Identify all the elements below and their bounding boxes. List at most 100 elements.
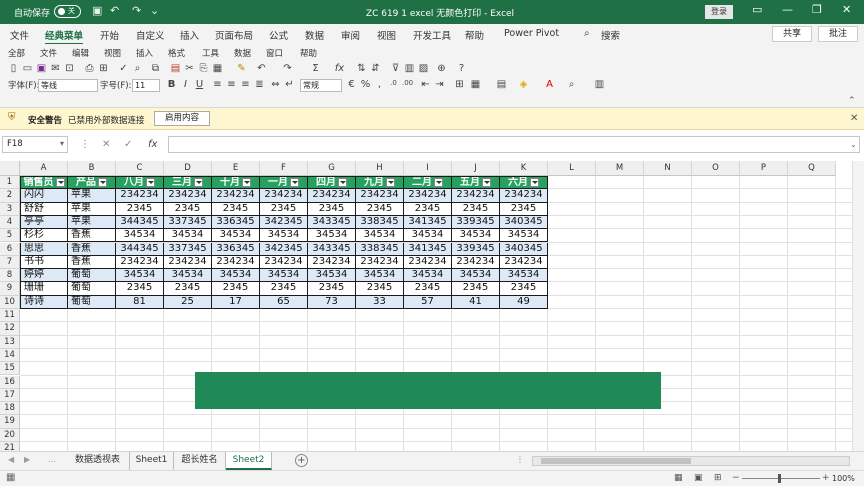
comments-button[interactable]: 批注	[818, 26, 858, 42]
tab-insert[interactable]: 插入	[180, 28, 199, 42]
format-painter-icon[interactable]: ✎	[236, 63, 247, 74]
tab-data[interactable]: 数据	[305, 28, 324, 42]
tab-custom[interactable]: 自定义	[136, 28, 165, 42]
column-header-k[interactable]: K	[500, 161, 548, 176]
row-header-15[interactable]: 15	[0, 362, 20, 376]
table-cell[interactable]: 34534	[212, 229, 260, 243]
table-cell[interactable]: 342345	[260, 215, 308, 230]
fill-color-icon[interactable]: ◈	[518, 79, 529, 90]
table-cell[interactable]: 34534	[260, 229, 308, 243]
maximize-icon[interactable]: ❐	[812, 3, 822, 16]
redo-icon[interactable]: ↷	[132, 4, 141, 17]
table-cell[interactable]: 336345	[212, 215, 260, 230]
table-cell[interactable]: 343345	[308, 215, 356, 230]
column-header-i[interactable]: I	[404, 161, 452, 176]
underline-icon[interactable]: U	[194, 79, 205, 90]
page-layout-view-icon[interactable]: ▣	[694, 473, 703, 483]
menu-edit[interactable]: 编辑	[72, 47, 89, 59]
table-cell[interactable]: 339345	[452, 242, 500, 256]
table-header-cell[interactable]: 五月	[452, 176, 500, 190]
table-cell[interactable]: 2345	[260, 282, 308, 296]
chart-icon[interactable]: ▥	[404, 63, 415, 74]
zoom-in-icon[interactable]: +	[822, 473, 830, 483]
table-cell[interactable]: 2345	[308, 202, 356, 216]
macro-record-icon[interactable]: ▦	[6, 472, 15, 483]
table-cell[interactable]: 苹果	[68, 215, 116, 230]
tab-split-icon[interactable]: ⋮	[516, 455, 524, 464]
accounting-icon[interactable]: €	[346, 79, 357, 90]
table-cell[interactable]: 234234	[452, 189, 500, 203]
filter-dropdown-icon[interactable]	[386, 177, 395, 187]
table-cell[interactable]: 34534	[308, 229, 356, 243]
close-icon[interactable]: ✕	[842, 3, 851, 16]
table-cell[interactable]: 343345	[308, 242, 356, 256]
formula-input[interactable]	[168, 136, 860, 153]
next-sheet-icon[interactable]: ▶	[24, 455, 30, 464]
table-cell[interactable]: 234234	[260, 189, 308, 203]
table-cell[interactable]: 340345	[500, 242, 548, 256]
table-cell[interactable]: 234234	[356, 189, 404, 203]
login-button[interactable]: 登录	[705, 5, 733, 19]
table-header-cell[interactable]: 十月	[212, 176, 260, 190]
table-cell[interactable]: 337345	[164, 215, 212, 230]
horizontal-scrollbar[interactable]	[532, 456, 850, 466]
menu-file[interactable]: 文件	[40, 47, 57, 59]
sheet-more-icon[interactable]: …	[48, 455, 56, 464]
research-icon[interactable]: ⌕	[132, 63, 143, 74]
column-header-h[interactable]: H	[356, 161, 404, 176]
tab-home[interactable]: 开始	[100, 28, 119, 42]
table-cell[interactable]: 57	[404, 295, 452, 309]
table-cell[interactable]: 234234	[164, 255, 212, 270]
column-header-j[interactable]: J	[452, 161, 500, 176]
table-cell[interactable]: 25	[164, 295, 212, 309]
table-cell[interactable]: 香蕉	[68, 242, 116, 256]
table-header-cell[interactable]: 销售员	[20, 176, 68, 190]
comma-icon[interactable]: ,	[374, 79, 385, 90]
table-cell[interactable]: 闪闪	[20, 189, 68, 203]
row-header-2[interactable]: 2	[0, 189, 20, 203]
filter-dropdown-icon[interactable]	[194, 177, 203, 187]
table-cell[interactable]: 234234	[212, 255, 260, 270]
filter-dropdown-icon[interactable]	[530, 177, 539, 187]
table-cell[interactable]: 34534	[452, 229, 500, 243]
sheet-tab-sheet1[interactable]: Sheet1	[130, 452, 174, 470]
column-header-n[interactable]: N	[644, 161, 692, 176]
name-box[interactable]: F18	[2, 136, 68, 153]
row-header-9[interactable]: 9	[0, 282, 20, 296]
table-cell[interactable]: 葡萄	[68, 269, 116, 283]
table-cell[interactable]: 34534	[308, 269, 356, 283]
column-header-p[interactable]: P	[740, 161, 788, 176]
column-header-l[interactable]: L	[548, 161, 596, 176]
table-cell[interactable]: 34534	[164, 269, 212, 283]
table-cell[interactable]: 81	[116, 295, 164, 309]
justify-icon[interactable]: ≣	[254, 79, 265, 90]
row-header-11[interactable]: 11	[0, 309, 20, 323]
table-cell[interactable]: 2345	[260, 202, 308, 216]
table-cell[interactable]: 34534	[500, 229, 548, 243]
table-cell[interactable]: 思思	[20, 242, 68, 256]
column-header-o[interactable]: O	[692, 161, 740, 176]
table-cell[interactable]: 诗诗	[20, 295, 68, 309]
table-cell[interactable]: 234234	[308, 189, 356, 203]
row-header-16[interactable]: 16	[0, 375, 20, 389]
table-cell[interactable]: 珊珊	[20, 282, 68, 296]
zoom-slider-thumb[interactable]	[778, 474, 781, 483]
table-cell[interactable]: 34534	[116, 269, 164, 283]
column-header-d[interactable]: D	[164, 161, 212, 176]
page-break-view-icon[interactable]: ⊞	[714, 473, 722, 483]
row-header-17[interactable]: 17	[0, 388, 20, 403]
font-color-icon[interactable]: A	[544, 79, 555, 90]
undo-icon[interactable]: ↶	[256, 63, 267, 74]
undo-icon[interactable]: ↶	[110, 4, 119, 17]
print-preview-icon[interactable]: ⊞	[98, 63, 109, 74]
table-cell[interactable]: 婷婷	[20, 269, 68, 283]
tab-power-pivot[interactable]: Power Pivot	[504, 28, 559, 39]
filter-dropdown-icon[interactable]	[338, 177, 347, 187]
sheet-tab-pivot[interactable]: 数据透视表	[66, 452, 130, 470]
table-header-cell[interactable]: 二月	[404, 176, 452, 190]
paste-icon[interactable]: ▦	[212, 63, 223, 74]
tab-developer[interactable]: 开发工具	[413, 28, 451, 42]
table-cell[interactable]: 舒舒	[20, 202, 68, 216]
merge-icon[interactable]: ⇔	[270, 79, 281, 90]
font-size-select[interactable]: 11	[132, 79, 160, 92]
